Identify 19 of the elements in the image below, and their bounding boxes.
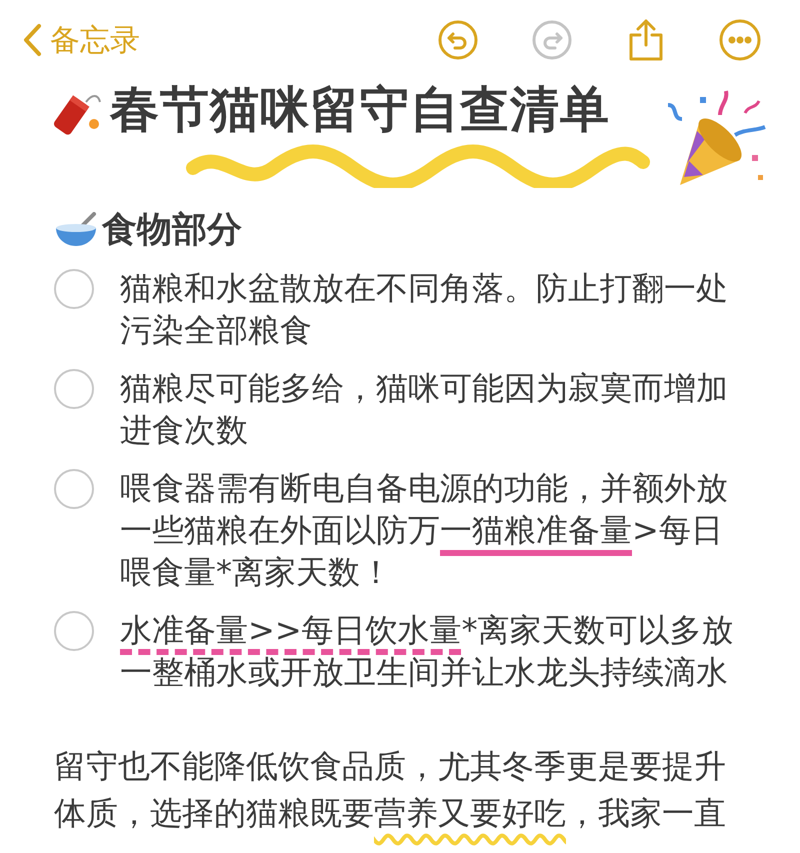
checkbox[interactable] — [54, 611, 94, 651]
body-paragraph: 留守也不能降低饮食品质，尤其冬季更是要提升体质，选择的猫粮既要营养又要好吃，我家一直 — [54, 746, 727, 834]
checkbox[interactable] — [54, 269, 94, 309]
checklist-item-text: 水准备量>>每日饮水量*离家天数可以多放一整桶水或开放卫生间并让水龙头持续滴水 — [120, 610, 735, 693]
undo-icon — [438, 20, 478, 60]
redo-icon — [532, 20, 572, 60]
note-title: 春节猫咪留守自查清单 — [110, 80, 610, 140]
back-label: 备忘录 — [50, 22, 140, 60]
more-icon — [719, 19, 761, 61]
checklist-item-text: 猫粮尽可能多给，猫咪可能因为寂寞而增加进食次数 — [120, 368, 729, 451]
checklist-item-text: 喂食器需有断电自备电源的功能，并额外放一些猫粮在外面以防万一猫粮准备量>每日喂食量*离家天数！ — [120, 468, 729, 593]
bowl-icon — [54, 212, 98, 248]
checkbox[interactable] — [54, 469, 94, 509]
share-icon — [628, 18, 664, 62]
section-heading: 食物部分 — [102, 209, 242, 252]
chevron-left-icon — [22, 23, 42, 57]
back-link[interactable]: 备忘录 — [22, 20, 140, 60]
checklist-item-text: 猫粮和水盆散放在不同角落。防止打翻一处污染全部粮食 — [120, 268, 729, 351]
checkbox[interactable] — [54, 369, 94, 409]
